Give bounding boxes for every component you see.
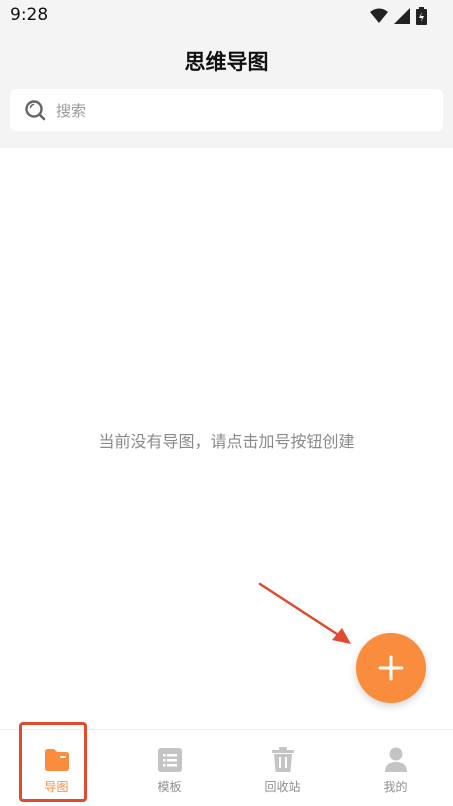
nav-item-profile[interactable]: 我的 [339, 730, 452, 806]
add-mindmap-button[interactable] [356, 633, 426, 703]
empty-state-message: 当前没有导图，请点击加号按钮创建 [98, 432, 355, 451]
search-icon [25, 100, 46, 121]
user-icon [382, 746, 410, 774]
app-header: 思维导图 搜索 [0, 32, 453, 148]
status-icons [370, 6, 427, 26]
nav-label-recycle-bin: 回收站 [264, 780, 301, 794]
status-time: 9:28 [10, 5, 49, 25]
annotation-arrow [258, 582, 351, 644]
nav-item-template[interactable]: 模板 [113, 730, 226, 806]
page-title: 思维导图 [184, 50, 269, 74]
signal-icon [394, 8, 410, 24]
search-bar[interactable]: 搜索 [10, 89, 443, 131]
battery-icon [416, 7, 427, 25]
nav-item-recycle-bin[interactable]: 回收站 [226, 730, 339, 806]
plus-icon [378, 655, 404, 681]
annotation-highlight-box [19, 722, 87, 802]
status-bar: 9:28 [0, 0, 453, 32]
nav-label-profile: 我的 [383, 780, 408, 794]
template-icon [156, 746, 184, 774]
wifi-icon [370, 8, 388, 23]
trash-icon [269, 746, 297, 774]
search-input[interactable]: 搜索 [56, 100, 86, 121]
nav-label-template: 模板 [157, 780, 182, 794]
